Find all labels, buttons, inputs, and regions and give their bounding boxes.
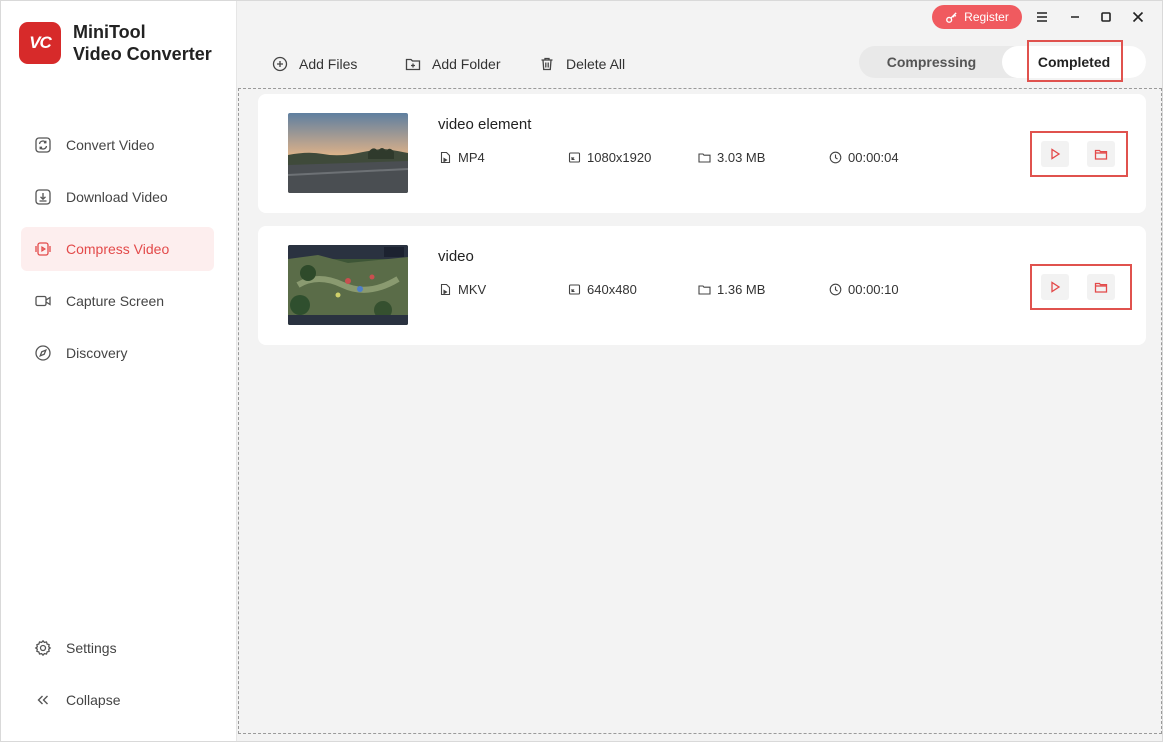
video-thumbnail[interactable] bbox=[288, 245, 408, 325]
sidebar-item-label: Download Video bbox=[66, 189, 168, 205]
app-logo: VC bbox=[19, 22, 61, 64]
download-icon bbox=[35, 189, 51, 205]
resolution-icon bbox=[568, 152, 581, 163]
trash-icon bbox=[541, 57, 553, 71]
file-format-icon bbox=[440, 151, 451, 164]
play-icon bbox=[1051, 148, 1061, 160]
format-value: MP4 bbox=[458, 150, 485, 165]
completed-tab-highlight bbox=[1027, 40, 1123, 82]
play-button[interactable] bbox=[1041, 274, 1069, 300]
double-chevron-left-icon bbox=[37, 695, 48, 705]
brand: VC MiniTool Video Converter bbox=[19, 21, 212, 65]
file-format-icon bbox=[440, 283, 451, 296]
camera-icon bbox=[35, 295, 51, 307]
file-name: video bbox=[438, 248, 474, 265]
sidebar-item-settings[interactable]: Settings bbox=[21, 626, 214, 670]
file-card: video element MP4 1080x1920 3.03 MB 00:0… bbox=[258, 94, 1146, 213]
resolution-value: 640x480 bbox=[587, 282, 637, 297]
open-folder-button[interactable] bbox=[1087, 141, 1115, 167]
key-icon bbox=[946, 11, 957, 23]
file-actions bbox=[1030, 131, 1128, 177]
sidebar-item-collapse[interactable]: Collapse bbox=[21, 678, 214, 722]
maximize-icon bbox=[1101, 12, 1111, 22]
sidebar-item-label: Settings bbox=[66, 640, 117, 656]
file-name: video element bbox=[438, 116, 532, 133]
duration-value: 00:00:10 bbox=[848, 282, 899, 297]
clock-icon bbox=[829, 283, 842, 296]
file-duration: 00:00:04 bbox=[829, 150, 899, 165]
minimize-button[interactable] bbox=[1065, 7, 1085, 27]
sidebar-item-discovery[interactable]: Discovery bbox=[21, 331, 214, 375]
folder-icon bbox=[698, 153, 711, 163]
register-button[interactable]: Register bbox=[932, 5, 1022, 29]
app-name-line2: Video Converter bbox=[73, 44, 212, 64]
menu-button[interactable] bbox=[1032, 7, 1052, 27]
add-folder-button[interactable]: Add Folder bbox=[405, 54, 500, 74]
app-window: VC MiniTool Video Converter Convert Vide… bbox=[0, 0, 1163, 742]
open-folder-button[interactable] bbox=[1087, 274, 1115, 300]
register-label: Register bbox=[964, 10, 1009, 24]
sidebar-item-label: Compress Video bbox=[66, 241, 170, 257]
app-name: MiniTool Video Converter bbox=[73, 21, 212, 65]
resolution-icon bbox=[568, 284, 581, 295]
add-file-icon bbox=[272, 56, 288, 72]
tab-compressing[interactable]: Compressing bbox=[859, 46, 1004, 78]
file-size: 1.36 MB bbox=[698, 282, 765, 297]
sidebar-item-label: Capture Screen bbox=[66, 293, 165, 309]
app-name-line1: MiniTool bbox=[73, 22, 146, 42]
delete-all-label: Delete All bbox=[566, 56, 626, 72]
close-button[interactable] bbox=[1128, 7, 1148, 27]
file-resolution: 640x480 bbox=[568, 282, 637, 297]
duration-value: 00:00:04 bbox=[848, 150, 899, 165]
sidebar-nav: Convert Video Download Video Compress Vi… bbox=[21, 123, 214, 383]
file-duration: 00:00:10 bbox=[829, 282, 899, 297]
file-size: 3.03 MB bbox=[698, 150, 765, 165]
gear-icon bbox=[34, 639, 52, 657]
close-icon bbox=[1132, 11, 1144, 23]
file-card: video MKV 640x480 1.36 MB 00:00:10 bbox=[258, 226, 1146, 345]
add-folder-icon bbox=[405, 58, 421, 71]
file-actions bbox=[1030, 264, 1132, 310]
sidebar-item-label: Discovery bbox=[66, 345, 128, 361]
add-files-button[interactable]: Add Files bbox=[272, 54, 357, 74]
folder-icon bbox=[698, 285, 711, 295]
size-value: 3.03 MB bbox=[717, 150, 766, 165]
sidebar-bottom: Settings Collapse bbox=[21, 626, 214, 730]
play-icon bbox=[1051, 281, 1061, 293]
minimize-icon bbox=[1071, 16, 1079, 18]
compass-icon bbox=[35, 345, 51, 361]
play-button[interactable] bbox=[1041, 141, 1069, 167]
video-thumbnail[interactable] bbox=[288, 113, 408, 193]
compress-icon bbox=[35, 242, 51, 256]
maximize-button[interactable] bbox=[1096, 7, 1116, 27]
file-format: MP4 bbox=[439, 150, 485, 165]
add-folder-label: Add Folder bbox=[432, 56, 501, 72]
sidebar: VC MiniTool Video Converter Convert Vide… bbox=[1, 1, 237, 741]
sidebar-item-label: Convert Video bbox=[66, 137, 155, 153]
add-files-label: Add Files bbox=[299, 56, 358, 72]
convert-icon bbox=[35, 137, 51, 153]
sidebar-item-capture-screen[interactable]: Capture Screen bbox=[21, 279, 214, 323]
folder-icon bbox=[1094, 282, 1108, 293]
sidebar-item-download-video[interactable]: Download Video bbox=[21, 175, 214, 219]
delete-all-button[interactable]: Delete All bbox=[539, 54, 625, 74]
sidebar-item-compress-video[interactable]: Compress Video bbox=[21, 227, 214, 271]
sidebar-item-label: Collapse bbox=[66, 692, 121, 708]
hamburger-icon bbox=[1037, 12, 1047, 22]
sidebar-item-convert-video[interactable]: Convert Video bbox=[21, 123, 214, 167]
format-value: MKV bbox=[458, 282, 487, 297]
folder-icon bbox=[1094, 149, 1108, 160]
clock-icon bbox=[829, 151, 842, 164]
resolution-value: 1080x1920 bbox=[587, 150, 652, 165]
file-resolution: 1080x1920 bbox=[568, 150, 651, 165]
size-value: 1.36 MB bbox=[717, 282, 766, 297]
file-format: MKV bbox=[439, 282, 486, 297]
